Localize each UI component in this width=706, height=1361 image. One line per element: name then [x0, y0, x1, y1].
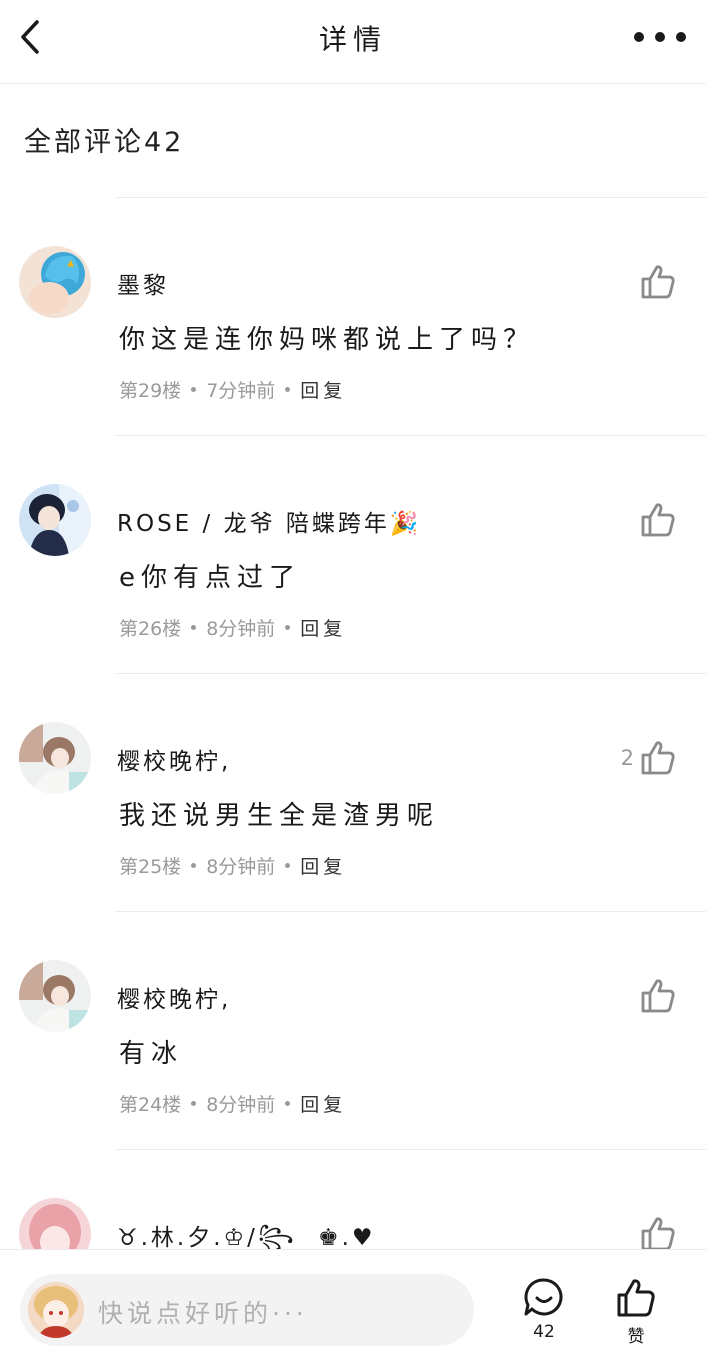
comment-username[interactable]: 樱校晚柠, [117, 742, 231, 776]
separator-dot [191, 387, 197, 392]
avatar[interactable] [19, 722, 91, 794]
bottom-bar: 快说点好听的··· 42 赞 [0, 1249, 706, 1361]
thumbs-up-icon [641, 503, 675, 537]
comments-button[interactable]: 42 [514, 1276, 574, 1346]
like-button[interactable] [638, 1214, 678, 1254]
avatar[interactable] [19, 960, 91, 1032]
comment-content: 我还说男生全是渣男呢 [119, 801, 440, 831]
comment-item: ROSE / 龙爷 陪蝶跨年🎉 e你有点过了 第26楼 8分钟前 回复 [0, 436, 706, 674]
comment-floor: 第25楼 [119, 856, 182, 878]
comment-time: 7分钟前 [206, 380, 276, 402]
comment-meta: 第25楼 8分钟前 回复 [119, 852, 346, 879]
comment-input[interactable]: 快说点好听的··· [20, 1274, 474, 1346]
reply-button[interactable]: 回复 [300, 852, 346, 879]
comment-time: 8分钟前 [206, 1094, 276, 1116]
comment-item: 樱校晚柠, 我还说男生全是渣男呢 第25楼 8分钟前 回复 2 [0, 674, 706, 912]
comment-content: 有冰 [119, 1039, 184, 1069]
like-post-button[interactable]: 赞 [606, 1276, 666, 1347]
separator-dot [191, 1101, 197, 1106]
top-bar: 详情 [0, 0, 706, 84]
comment-floor: 第24楼 [119, 1094, 182, 1116]
like-count: 2 [620, 746, 634, 770]
separator-dot [285, 625, 291, 630]
comment-username[interactable]: 樱校晚柠, [117, 980, 231, 1014]
separator-dot [191, 625, 197, 630]
comments-count-header: 全部评论42 [24, 127, 185, 158]
thumbs-up-icon [617, 1279, 655, 1317]
reply-button[interactable]: 回复 [300, 376, 346, 403]
reply-button[interactable]: 回复 [300, 1090, 346, 1117]
comment-floor: 第26楼 [119, 618, 182, 640]
comment-item: 樱校晚柠, 有冰 第24楼 8分钟前 回复 [0, 912, 706, 1150]
separator-dot [285, 387, 291, 392]
thumbs-up-icon [641, 741, 675, 775]
separator-dot [285, 1101, 291, 1106]
like-label: 赞 [627, 1327, 645, 1347]
comment-content: e你有点过了 [119, 563, 301, 593]
comment-time: 8分钟前 [206, 618, 276, 640]
comment-count: 42 [533, 1322, 555, 1342]
more-button[interactable] [634, 22, 686, 52]
like-button[interactable] [638, 976, 678, 1016]
avatar[interactable] [19, 484, 91, 556]
comment-floor: 第29楼 [119, 380, 182, 402]
comment-time: 8分钟前 [206, 856, 276, 878]
page-title: 详情 [318, 23, 387, 56]
thumbs-up-icon [641, 265, 675, 299]
my-avatar [28, 1282, 84, 1338]
separator-dot [285, 863, 291, 868]
thumbs-up-icon [641, 979, 675, 1013]
comment-content: 你这是连你妈咪都说上了吗？ [119, 325, 536, 355]
comment-meta: 第24楼 8分钟前 回复 [119, 1090, 346, 1117]
like-button[interactable] [638, 500, 678, 540]
comment-meta: 第26楼 8分钟前 回复 [119, 614, 346, 641]
more-dots-icon [634, 32, 644, 42]
like-button[interactable] [638, 738, 678, 778]
comment-bubble-icon [524, 1278, 563, 1316]
avatar[interactable] [19, 246, 91, 318]
input-placeholder: 快说点好听的··· [98, 1299, 308, 1328]
thumbs-up-icon [641, 1217, 675, 1251]
reply-button[interactable]: 回复 [300, 614, 346, 641]
separator-dot [191, 863, 197, 868]
like-button[interactable] [638, 262, 678, 302]
comment-item: 墨黎 你这是连你妈咪都说上了吗？ 第29楼 7分钟前 回复 [0, 198, 706, 436]
comment-meta: 第29楼 7分钟前 回复 [119, 376, 346, 403]
comment-username[interactable]: ROSE / 龙爷 陪蝶跨年🎉 [117, 504, 422, 538]
comment-username[interactable]: 墨黎 [117, 266, 169, 300]
